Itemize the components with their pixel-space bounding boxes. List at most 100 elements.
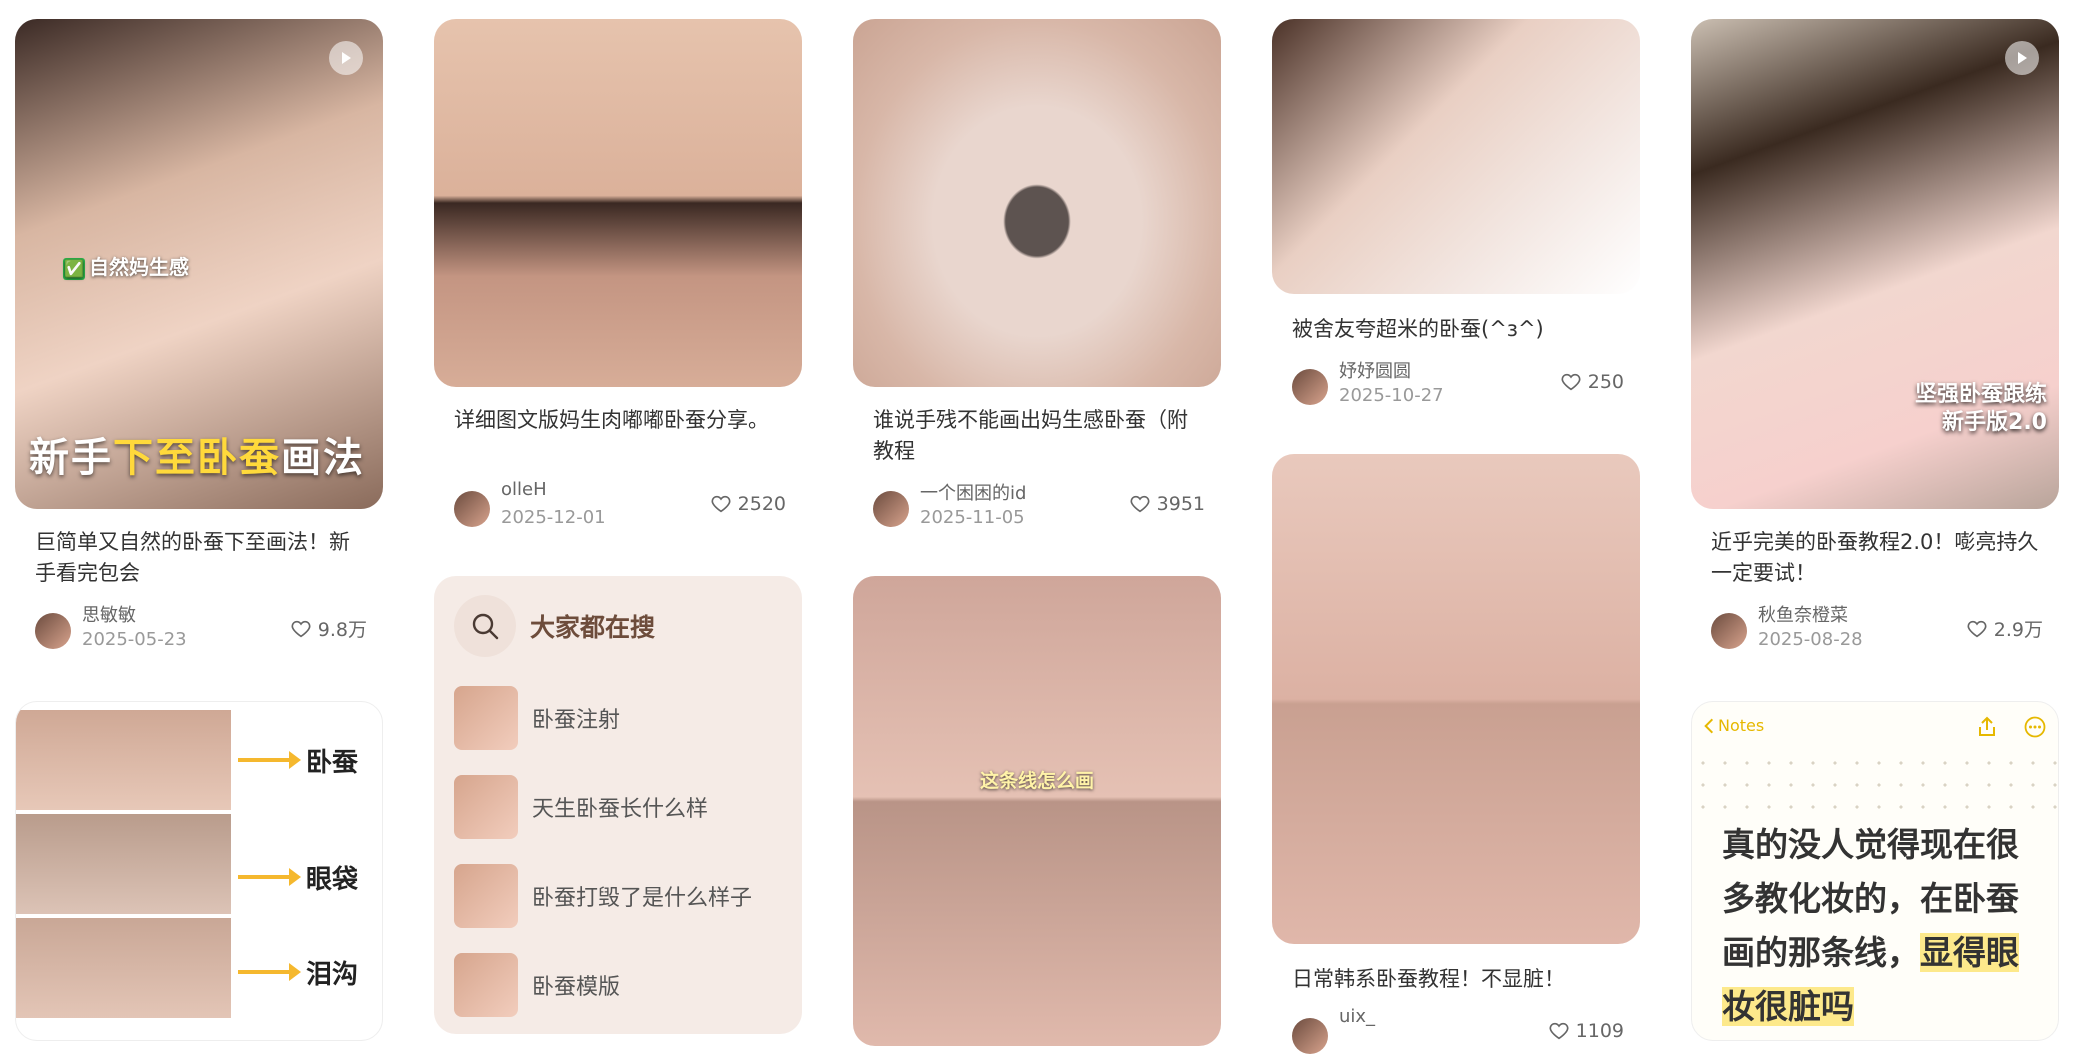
like-count: 250 bbox=[1587, 371, 1624, 393]
note-card[interactable]: 这条线怎么画 bbox=[853, 576, 1221, 1046]
author-name[interactable]: 秋鱼奈橙菜 bbox=[1758, 601, 1848, 627]
share-icon bbox=[1979, 716, 1995, 736]
like-count: 1109 bbox=[1575, 1020, 1624, 1042]
note-title[interactable]: 详细图文版妈生肉嘟嘟卧蚕分享。 bbox=[454, 405, 786, 436]
heart-icon bbox=[1549, 1022, 1569, 1040]
like-count: 2.9万 bbox=[1993, 619, 2043, 641]
heart-icon bbox=[291, 620, 311, 637]
like-button[interactable]: 2.9万 bbox=[1966, 615, 2043, 642]
cover-image[interactable]: 这条线怎么画 bbox=[853, 576, 1221, 1046]
note-meta: 思敏敏 2025-05-23 9.8万 bbox=[35, 601, 367, 657]
like-button[interactable]: 250 bbox=[1560, 371, 1624, 393]
search-suggestion[interactable]: 卧蚕打毁了是什么样子 bbox=[454, 864, 752, 928]
suggestion-thumbnail bbox=[454, 686, 518, 750]
compare-label: 眼袋 bbox=[306, 865, 359, 895]
suggestion-thumbnail bbox=[454, 953, 518, 1017]
author-name[interactable]: olleH bbox=[501, 479, 547, 500]
note-meta: 秋鱼奈橙菜 2025-08-28 2.9万 bbox=[1711, 601, 2043, 657]
notes-back-button: Notes bbox=[1704, 716, 1764, 735]
author-name[interactable]: 妤妤圆圆 bbox=[1339, 357, 1411, 383]
avatar[interactable] bbox=[35, 613, 71, 649]
avatar[interactable] bbox=[1292, 1018, 1328, 1054]
eye-photo-3 bbox=[16, 918, 231, 1018]
suggestion-thumbnail bbox=[454, 864, 518, 928]
heart-icon bbox=[1130, 495, 1150, 513]
play-icon bbox=[329, 41, 363, 75]
post-date: 2025-12-01 bbox=[501, 507, 606, 528]
note-card[interactable]: Notes 真的没人觉得现在很多教化妆的，在卧蚕画的那条线，显得眼妆很脏吗 bbox=[1691, 701, 2059, 1041]
arrow-icon bbox=[238, 963, 301, 981]
compare-label: 卧蚕 bbox=[306, 748, 359, 778]
heart-icon bbox=[1561, 373, 1581, 391]
avatar[interactable] bbox=[1292, 369, 1328, 405]
eye-photo-1 bbox=[16, 710, 231, 810]
overlay-caption: 坚强卧蚕跟练 新手版2.0 bbox=[1914, 382, 2047, 435]
heart-icon bbox=[1967, 620, 1987, 637]
avatar[interactable] bbox=[873, 491, 909, 527]
cover-image[interactable] bbox=[434, 19, 802, 387]
cover-image[interactable] bbox=[1272, 454, 1640, 944]
search-suggestion[interactable]: 天生卧蚕长什么样 bbox=[454, 775, 708, 839]
note-card[interactable]: 谁说手残不能画出妈生感卧蚕（附教程 一个困困的id 2025-11-05 395… bbox=[853, 19, 1221, 539]
heart-icon bbox=[711, 495, 731, 513]
dot-grid bbox=[1692, 752, 2058, 812]
author-name[interactable]: 思敏敏 bbox=[82, 601, 136, 627]
author-name[interactable]: 一个困困的id bbox=[920, 479, 1026, 505]
search-suggestion[interactable]: 卧蚕模版 bbox=[454, 953, 620, 1017]
cover-image[interactable] bbox=[1272, 19, 1640, 294]
overlay-caption: 这条线怎么画 bbox=[979, 770, 1094, 792]
suggestion-label: 卧蚕模版 bbox=[532, 975, 621, 1000]
notes-toolbar: Notes bbox=[1704, 716, 2046, 746]
note-title[interactable]: 日常韩系卧蚕教程！不显脏！ bbox=[1292, 964, 1624, 995]
like-button[interactable]: 3951 bbox=[1129, 493, 1205, 515]
like-count: 9.8万 bbox=[317, 619, 367, 641]
note-card[interactable]: 坚强卧蚕跟练 新手版2.0 近乎完美的卧蚕教程2.0！嘭亮持久一定要试！ 秋鱼奈… bbox=[1691, 19, 2059, 659]
note-title[interactable]: 巨简单又自然的卧蚕下至画法！新手看完包会 bbox=[35, 527, 367, 589]
note-meta: 妤妤圆圆 2025-10-27 250 bbox=[1292, 357, 1624, 413]
post-date: 2025-10-27 bbox=[1339, 385, 1444, 406]
eye-photo-2 bbox=[16, 814, 231, 914]
notes-text: 真的没人觉得现在很多教化妆的，在卧蚕画的那条线，显得眼妆很脏吗 bbox=[1722, 825, 2019, 1026]
like-button[interactable]: 2520 bbox=[710, 493, 786, 515]
cover-image[interactable]: 卧蚕 眼袋 泪沟 bbox=[15, 701, 383, 1041]
post-date: 2025-05-23 bbox=[82, 629, 187, 650]
more-icon bbox=[2024, 716, 2046, 738]
cover-image[interactable]: ✅ 自然妈生感 新手下至卧蚕画法 bbox=[15, 19, 383, 509]
author-name[interactable]: uix_ bbox=[1339, 1006, 1375, 1027]
cover-image[interactable]: Notes 真的没人觉得现在很多教化妆的，在卧蚕画的那条线，显得眼妆很脏吗 bbox=[1691, 701, 2059, 1041]
note-card[interactable]: 日常韩系卧蚕教程！不显脏！ uix_ 1109 bbox=[1272, 454, 1640, 1054]
cover-image[interactable]: 坚强卧蚕跟练 新手版2.0 bbox=[1691, 19, 2059, 509]
avatar[interactable] bbox=[1711, 613, 1747, 649]
like-count: 3951 bbox=[1156, 493, 1205, 515]
suggestion-label: 卧蚕注射 bbox=[532, 708, 621, 733]
note-card[interactable]: 卧蚕 眼袋 泪沟 bbox=[15, 701, 383, 1041]
trending-search-header: 大家都在搜 bbox=[454, 594, 655, 658]
compare-label: 泪沟 bbox=[306, 960, 359, 990]
notes-actions bbox=[1976, 716, 2046, 738]
note-title[interactable]: 被舍友夸超米的卧蚕(^ɜ^) bbox=[1292, 314, 1624, 345]
arrow-icon bbox=[238, 868, 301, 886]
note-title[interactable]: 谁说手残不能画出妈生感卧蚕（附教程 bbox=[873, 405, 1205, 467]
note-card[interactable]: 被舍友夸超米的卧蚕(^ɜ^) 妤妤圆圆 2025-10-27 250 bbox=[1272, 19, 1640, 419]
check-icon: ✅ bbox=[63, 258, 85, 280]
note-card[interactable]: ✅ 自然妈生感 新手下至卧蚕画法 巨简单又自然的卧蚕下至画法！新手看完包会 思敏敏… bbox=[15, 19, 383, 659]
like-button[interactable]: 1109 bbox=[1548, 1020, 1624, 1042]
arrow-icon bbox=[238, 751, 301, 769]
like-count: 2520 bbox=[737, 493, 786, 515]
note-meta: 一个困困的id 2025-11-05 3951 bbox=[873, 479, 1205, 535]
suggestion-label: 天生卧蚕长什么样 bbox=[532, 797, 709, 822]
overlay-headline: 新手下至卧蚕画法 bbox=[29, 435, 365, 481]
note-meta: uix_ 1109 bbox=[1292, 1006, 1624, 1062]
play-icon bbox=[2005, 41, 2039, 75]
note-card[interactable]: 详细图文版妈生肉嘟嘟卧蚕分享。 olleH 2025-12-01 2520 bbox=[434, 19, 802, 539]
overlay-caption: ✅ 自然妈生感 bbox=[63, 255, 189, 280]
search-suggestion[interactable]: 卧蚕注射 bbox=[454, 686, 620, 750]
suggestion-label: 卧蚕打毁了是什么样子 bbox=[532, 886, 753, 911]
avatar[interactable] bbox=[454, 491, 490, 527]
chevron-left-icon bbox=[1704, 718, 1714, 733]
like-button[interactable]: 9.8万 bbox=[290, 615, 367, 642]
trending-search-card: 大家都在搜 卧蚕注射 天生卧蚕长什么样 卧蚕打毁了是什么样子 卧蚕模版 bbox=[434, 576, 802, 1034]
note-title[interactable]: 近乎完美的卧蚕教程2.0！嘭亮持久一定要试！ bbox=[1711, 527, 2043, 589]
suggestion-thumbnail bbox=[454, 775, 518, 839]
cover-image[interactable] bbox=[853, 19, 1221, 387]
